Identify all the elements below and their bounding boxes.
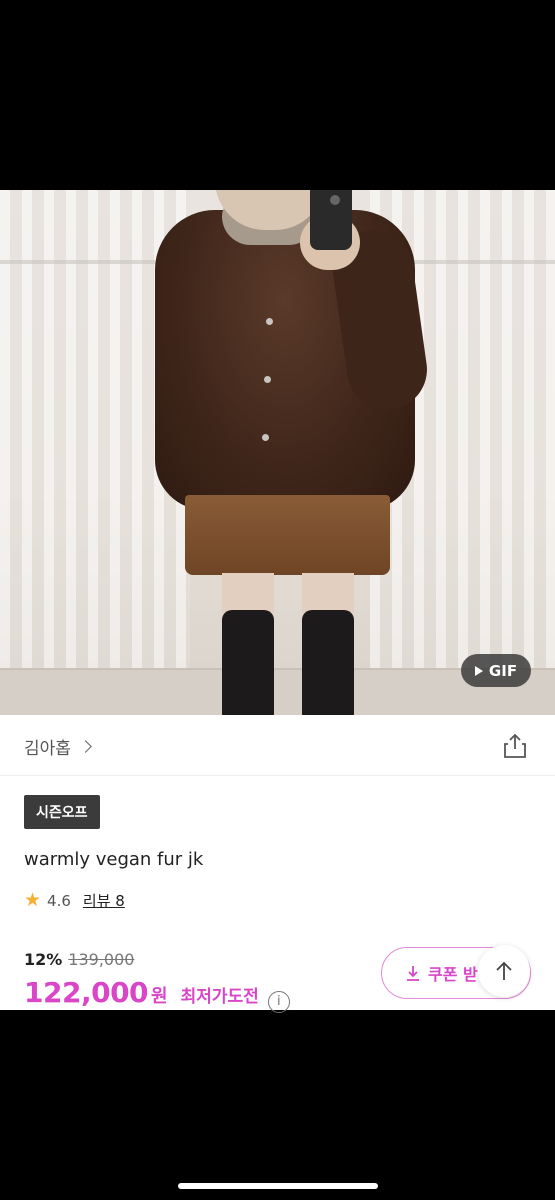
brand-row: 김아홉 — [0, 715, 555, 776]
scroll-to-top-button[interactable] — [478, 945, 530, 997]
lowest-price-label: 최저가도전 — [180, 987, 259, 1007]
arrow-up-icon — [496, 961, 512, 980]
corduroy-skirt — [185, 495, 390, 575]
play-icon — [474, 665, 483, 676]
rating-value: 4.6 — [47, 891, 71, 910]
home-indicator[interactable] — [178, 1183, 378, 1189]
knee-sock-right — [302, 610, 354, 715]
chevron-right-icon — [79, 740, 92, 753]
discount-percent: 12% — [24, 950, 63, 969]
coupon-label: 쿠폰 받 — [428, 965, 478, 984]
info-icon[interactable]: i — [267, 990, 290, 1013]
gif-button[interactable]: GIF — [461, 654, 531, 687]
currency-unit: 원 — [151, 986, 168, 1007]
store-link[interactable]: 김아홉 — [24, 734, 92, 759]
jacket-button — [266, 318, 273, 325]
download-icon — [407, 966, 419, 981]
knee-sock-left — [222, 610, 274, 715]
jacket-button — [262, 434, 269, 441]
phone-camera — [330, 195, 340, 205]
star-icon: ★ — [24, 889, 42, 911]
store-name: 김아홉 — [24, 739, 71, 759]
sale-price: 122,000 — [24, 976, 149, 1009]
review-link[interactable]: 리뷰 8 — [83, 890, 125, 911]
leg-skin — [302, 573, 354, 613]
app-screen: GIF 김아홉 시즌오프 warmly vegan fur jk ★ 4.6 리… — [0, 0, 555, 1200]
discount-row: 12% 139,000 — [24, 950, 134, 969]
product-image[interactable] — [0, 190, 555, 715]
share-icon[interactable] — [501, 732, 529, 760]
product-info-panel: 김아홉 시즌오프 warmly vegan fur jk ★ 4.6 리뷰 8 … — [0, 715, 555, 1013]
rating-row: ★ 4.6 리뷰 8 — [24, 890, 125, 911]
leg-skin — [222, 573, 274, 613]
gif-label: GIF — [488, 661, 518, 680]
jacket-button — [264, 376, 271, 383]
product-title: warmly vegan fur jk — [24, 849, 204, 870]
original-price: 139,000 — [68, 950, 135, 969]
price-row: 122,000 원 최저가도전 i — [24, 976, 290, 1013]
season-off-badge: 시즌오프 — [24, 795, 100, 829]
